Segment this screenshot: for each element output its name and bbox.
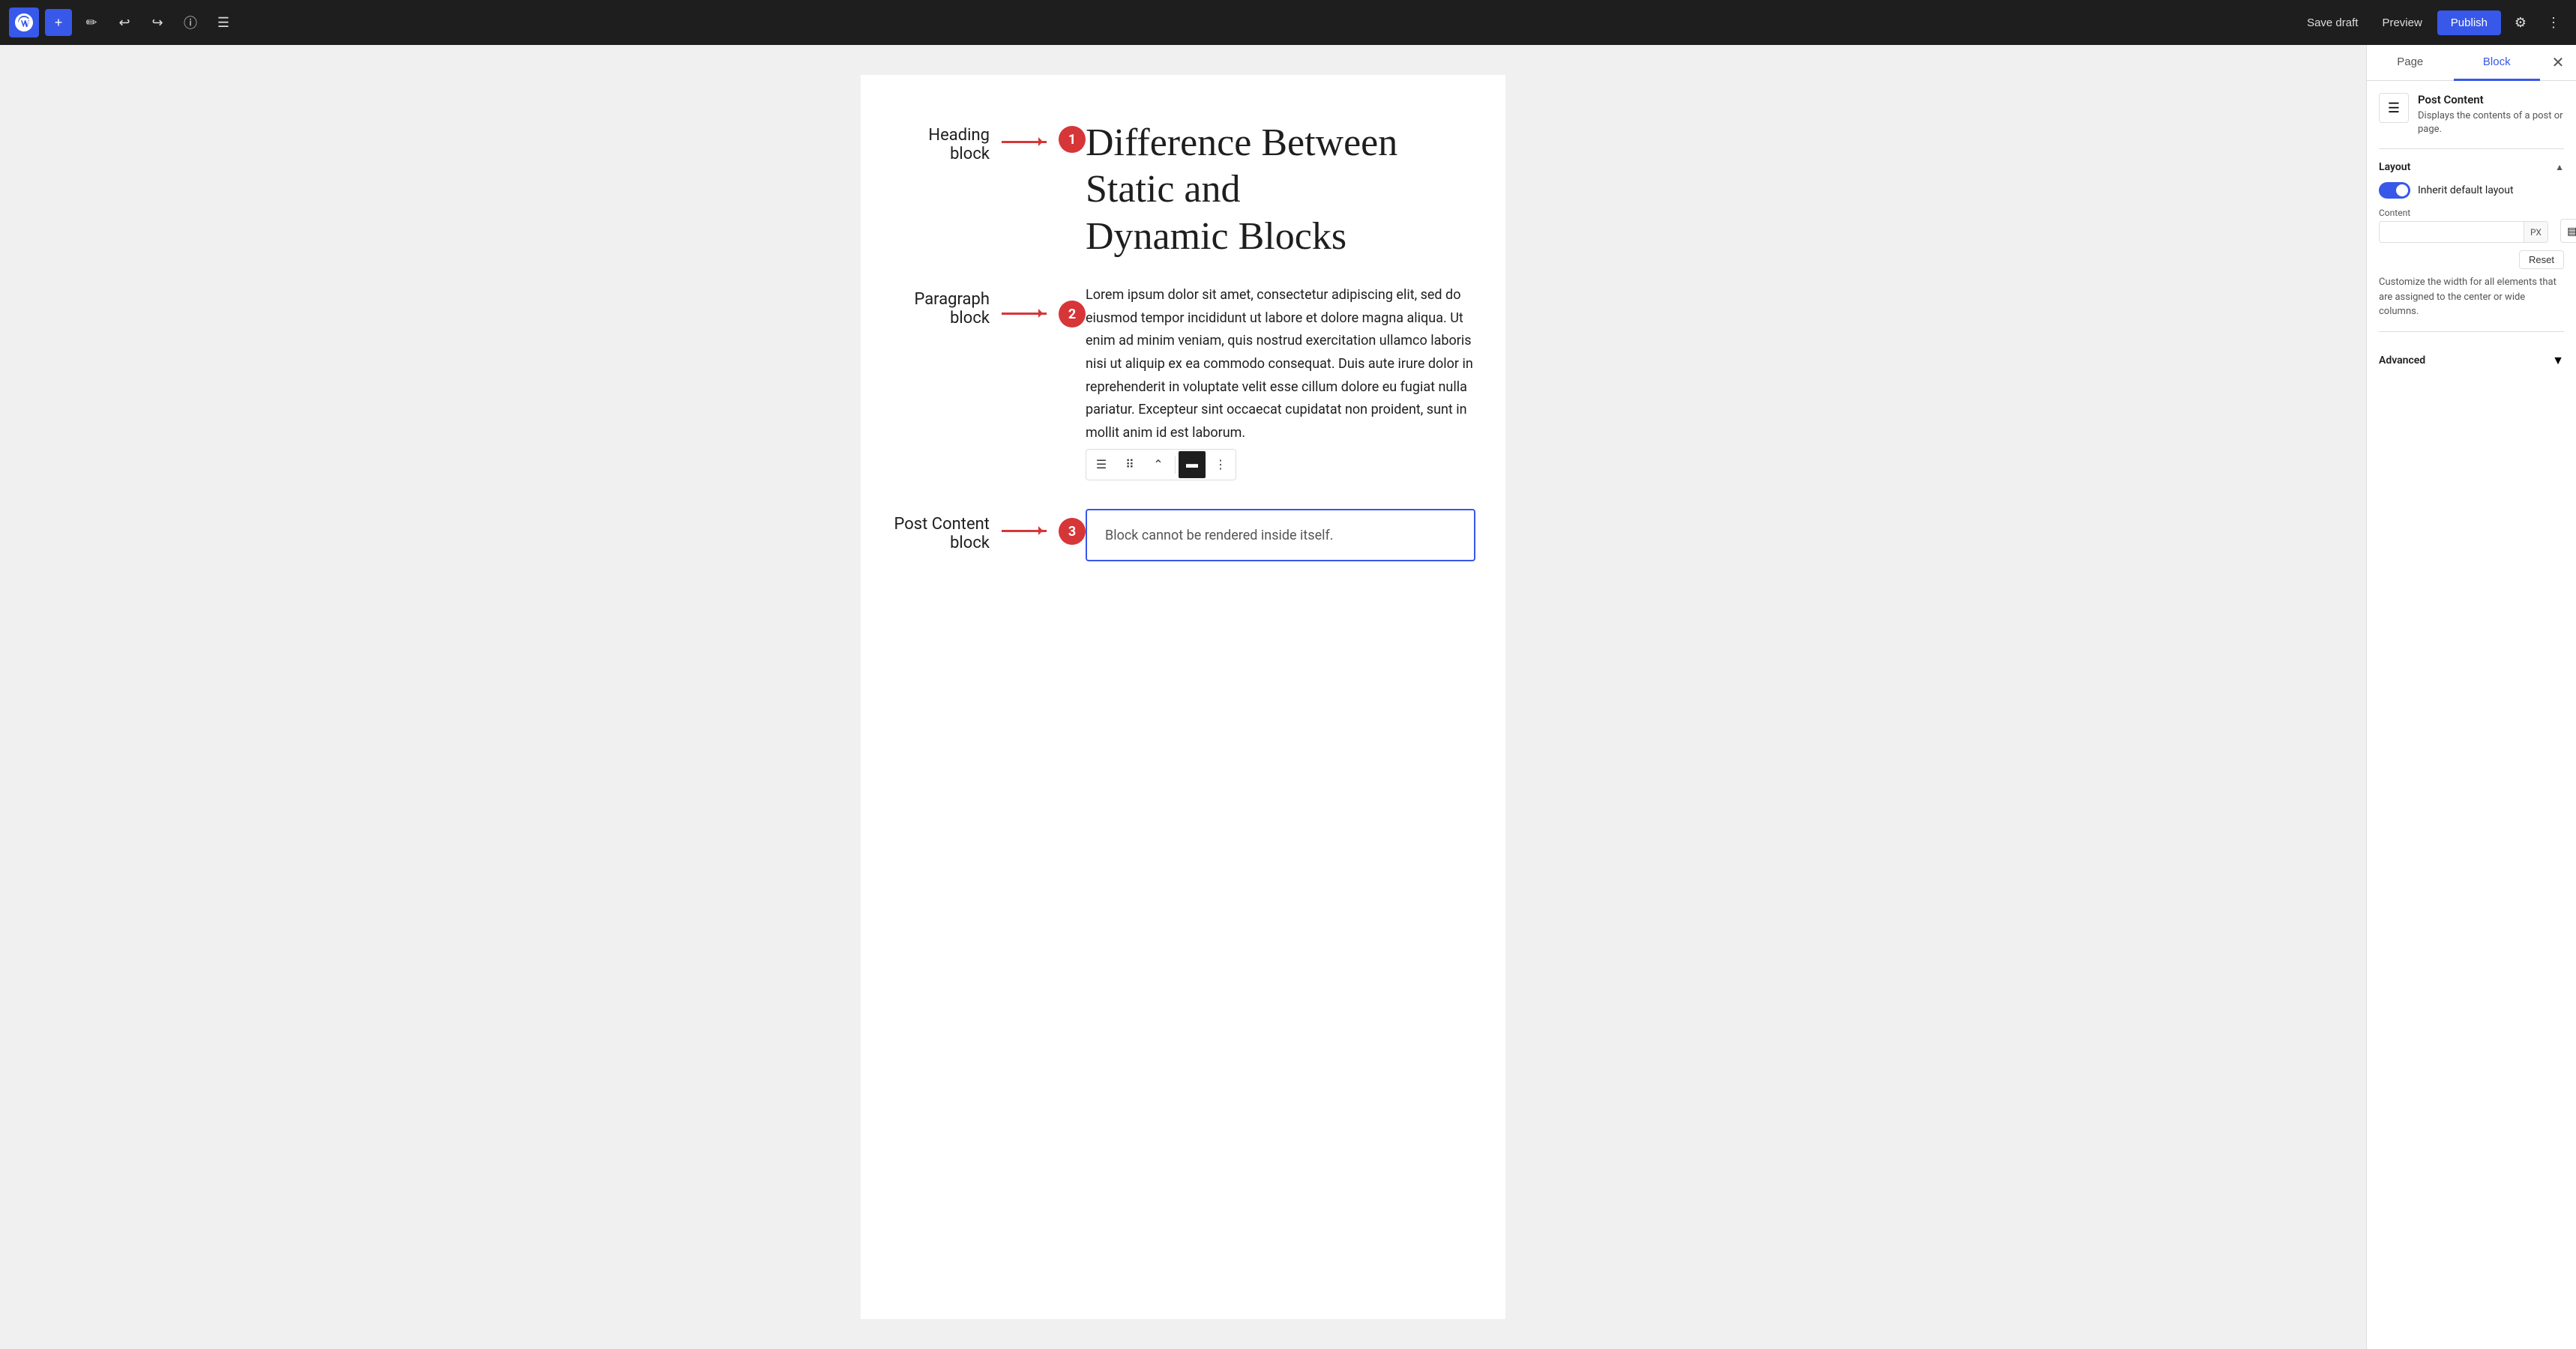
layout-chevron-icon: ▲ bbox=[2555, 162, 2564, 172]
tab-page[interactable]: Page bbox=[2367, 45, 2454, 81]
heading-block-number: 1 bbox=[1059, 126, 1086, 153]
block-info-text: Post Content Displays the contents of a … bbox=[2418, 93, 2564, 136]
more-options-button[interactable]: ⋮ bbox=[2540, 9, 2567, 36]
align-content-icon: ▤ bbox=[2567, 225, 2576, 238]
post-content-block: Block cannot be rendered inside itself. bbox=[1086, 509, 1475, 561]
wordpress-logo bbox=[9, 7, 39, 37]
post-content-error-text: Block cannot be rendered inside itself. bbox=[1105, 528, 1334, 543]
preview-button[interactable]: Preview bbox=[2373, 12, 2431, 34]
redo-icon: ↪ bbox=[151, 15, 163, 31]
paragraph-block-number: 2 bbox=[1059, 301, 1086, 328]
settings-button[interactable]: ⚙ bbox=[2507, 9, 2534, 36]
content-width-label: Content bbox=[2379, 208, 2548, 218]
align-icon: ▬ bbox=[1186, 458, 1198, 471]
block-toolbar: ☰ ⠿ ⌃ ▬ ⋮ bbox=[1086, 449, 1236, 480]
block-description: Displays the contents of a post or page. bbox=[2418, 109, 2564, 136]
content-align-button[interactable]: ▤ bbox=[2560, 219, 2576, 243]
pencil-icon: ✏ bbox=[85, 15, 97, 31]
undo-icon: ↩ bbox=[118, 15, 130, 31]
reset-row: Reset bbox=[2379, 250, 2564, 269]
layout-section: Layout ▲ Inherit default layout Content … bbox=[2379, 161, 2564, 319]
paragraph-block-label: Paragraph block bbox=[891, 290, 990, 328]
divider-2 bbox=[2379, 331, 2564, 332]
post-content-content[interactable]: Block cannot be rendered inside itself. bbox=[1086, 509, 1475, 561]
post-content-icon: ☰ bbox=[2388, 100, 2400, 116]
list-icon: ☰ bbox=[217, 15, 229, 31]
tab-block[interactable]: Block bbox=[2454, 45, 2541, 81]
advanced-chevron-icon: ▼ bbox=[2552, 353, 2564, 368]
paragraph-label-area: Paragraph block 2 bbox=[891, 284, 1086, 328]
heading-content[interactable]: Difference Between Static and Dynamic Bl… bbox=[1086, 120, 1475, 260]
paragraph-content[interactable]: Lorem ipsum dolor sit amet, consectetur … bbox=[1086, 284, 1475, 485]
topbar: + ✏ ↩ ↪ ⓘ ☰ Save draft Preview Publish ⚙… bbox=[0, 0, 2576, 45]
undo-button[interactable]: ↩ bbox=[111, 9, 138, 36]
divider-1 bbox=[2379, 148, 2564, 149]
post-content-block-number: 3 bbox=[1059, 518, 1086, 545]
advanced-section: Advanced ▼ bbox=[2379, 344, 2564, 377]
width-row: Content PX ▤ Wide bbox=[2379, 208, 2564, 243]
toolbar-drag-button[interactable]: ⠿ bbox=[1116, 451, 1143, 478]
move-icon: ⌃ bbox=[1153, 457, 1163, 472]
info-icon: ⓘ bbox=[184, 13, 197, 32]
content-width-input[interactable] bbox=[2380, 222, 2524, 242]
toolbar-transform-button[interactable]: ☰ bbox=[1088, 451, 1115, 478]
save-draft-button[interactable]: Save draft bbox=[2298, 12, 2367, 34]
layout-section-header[interactable]: Layout ▲ bbox=[2379, 161, 2564, 173]
sidebar-body: ☰ Post Content Displays the contents of … bbox=[2367, 81, 2576, 389]
heading-label-area: Heading block 1 bbox=[891, 120, 1086, 163]
heading-block-label: Heading block bbox=[891, 126, 990, 163]
plus-icon: + bbox=[55, 15, 63, 31]
toolbar-more-button[interactable]: ⋮ bbox=[1207, 451, 1234, 478]
more-icon: ⋮ bbox=[1215, 457, 1227, 472]
publish-button[interactable]: Publish bbox=[2437, 10, 2501, 35]
content-width-group: Content PX bbox=[2379, 208, 2548, 243]
sidebar: Page Block ✕ ☰ Post Content Displays the… bbox=[2366, 45, 2576, 1349]
toolbar-align-button[interactable]: ▬ bbox=[1179, 451, 1206, 478]
inherit-layout-row: Inherit default layout bbox=[2379, 182, 2564, 199]
post-content-arrow bbox=[1002, 530, 1047, 532]
redo-button[interactable]: ↪ bbox=[144, 9, 171, 36]
post-content-block-label: Post Content block bbox=[891, 515, 990, 552]
advanced-section-title: Advanced bbox=[2379, 354, 2425, 366]
editor-area: Heading block 1 Difference Between Stati… bbox=[0, 45, 2366, 1349]
topbar-right: Save draft Preview Publish ⚙ ⋮ bbox=[2298, 9, 2567, 36]
gear-icon: ⚙ bbox=[2515, 15, 2527, 31]
advanced-section-header[interactable]: Advanced ▼ bbox=[2379, 344, 2564, 377]
close-sidebar-button[interactable]: ✕ bbox=[2545, 49, 2572, 76]
heading-block-row: Heading block 1 Difference Between Stati… bbox=[891, 120, 1475, 260]
paragraph-arrow bbox=[1002, 313, 1047, 315]
info-button[interactable]: ⓘ bbox=[177, 9, 204, 36]
layout-section-title: Layout bbox=[2379, 161, 2410, 173]
layout-hint: Customize the width for all elements tha… bbox=[2379, 275, 2564, 319]
sidebar-tabs: Page Block ✕ bbox=[2367, 45, 2576, 81]
reset-button[interactable]: Reset bbox=[2519, 250, 2564, 269]
block-title: Post Content bbox=[2418, 93, 2564, 106]
block-type-icon: ☰ bbox=[2379, 93, 2409, 123]
block-info: ☰ Post Content Displays the contents of … bbox=[2379, 93, 2564, 136]
inherit-layout-toggle[interactable] bbox=[2379, 182, 2410, 199]
heading-text: Difference Between Static and Dynamic Bl… bbox=[1086, 120, 1475, 260]
transform-icon: ☰ bbox=[1096, 457, 1107, 472]
add-block-button[interactable]: + bbox=[45, 9, 72, 36]
list-view-button[interactable]: ☰ bbox=[210, 9, 237, 36]
toolbar-divider bbox=[1175, 456, 1176, 474]
main-layout: Heading block 1 Difference Between Stati… bbox=[0, 45, 2576, 1349]
edit-button[interactable]: ✏ bbox=[78, 9, 105, 36]
heading-arrow bbox=[1002, 141, 1047, 143]
ellipsis-icon: ⋮ bbox=[2547, 15, 2560, 31]
toolbar-move-button[interactable]: ⌃ bbox=[1145, 451, 1172, 478]
close-icon: ✕ bbox=[2552, 53, 2565, 72]
paragraph-block-row: Paragraph block 2 Lorem ipsum dolor sit … bbox=[891, 284, 1475, 485]
inherit-layout-label: Inherit default layout bbox=[2418, 184, 2514, 196]
post-content-label-area: Post Content block 3 bbox=[891, 509, 1086, 552]
post-content-block-row: Post Content block 3 Block cannot be ren… bbox=[891, 509, 1475, 561]
content-px-unit: PX bbox=[2524, 222, 2548, 242]
paragraph-text: Lorem ipsum dolor sit amet, consectetur … bbox=[1086, 284, 1475, 444]
content-width-input-inner: PX bbox=[2379, 221, 2548, 243]
drag-icon: ⠿ bbox=[1125, 457, 1134, 472]
editor-content: Heading block 1 Difference Between Stati… bbox=[861, 75, 1505, 1319]
